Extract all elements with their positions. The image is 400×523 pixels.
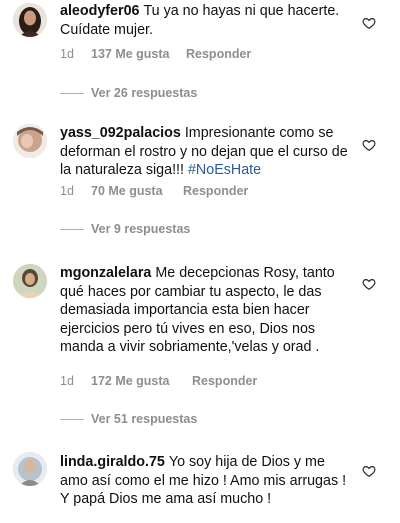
comment-text: aleodyfer06 Tu ya no hayas ni que hacerte… [60,2,350,39]
view-replies-button[interactable]: Ver 9 respuestas [60,221,190,237]
reply-button[interactable]: Responder [186,47,251,61]
likes-count[interactable]: 70 Me gusta [91,184,183,198]
comment-text: linda.giraldo.75 Yo soy hija de Dios y me… [60,453,350,509]
like-heart-icon[interactable] [362,138,376,152]
reply-button[interactable]: Responder [192,374,257,388]
divider [60,418,84,420]
view-replies-label: Ver 51 respuestas [91,412,198,426]
like-heart-icon[interactable] [362,16,376,30]
divider [60,92,84,94]
view-replies-label: Ver 9 respuestas [91,222,191,236]
view-replies-label: Ver 26 respuestas [91,86,198,100]
comment-time: 1d [60,374,74,388]
avatar[interactable] [13,3,47,37]
comment-username[interactable]: aleodyfer06 [60,3,139,19]
comment-time: 1d [60,184,74,198]
comment-text: mgonzalelara Me decepcionas Rosy, tanto q… [60,264,350,357]
like-heart-icon[interactable] [362,277,376,291]
comment-username[interactable]: mgonzalelara [60,265,151,281]
view-replies-button[interactable]: Ver 51 respuestas [60,411,197,427]
avatar[interactable] [13,264,47,298]
likes-count[interactable]: 172 Me gusta [91,374,192,388]
hashtag-link[interactable]: #NoEsHate [188,162,261,178]
comment-meta: 1d 70 Me gusta Responder [60,184,248,198]
view-replies-button[interactable]: Ver 26 respuestas [60,85,197,101]
comment-username[interactable]: linda.giraldo.75 [60,454,165,470]
comment-text: yass_092palacios Impresionante como se de… [60,124,350,180]
avatar[interactable] [13,452,47,486]
likes-count[interactable]: 137 Me gusta [91,47,186,61]
divider [60,228,84,230]
avatar[interactable] [13,124,47,158]
comment-time: 1d [60,47,74,61]
comment-meta: 1d 137 Me gusta Responder [60,47,251,61]
comment-username[interactable]: yass_092palacios [60,125,181,141]
comment-meta: 1d 172 Me gusta Responder [60,374,257,388]
reply-button[interactable]: Responder [183,184,248,198]
like-heart-icon[interactable] [362,464,376,478]
